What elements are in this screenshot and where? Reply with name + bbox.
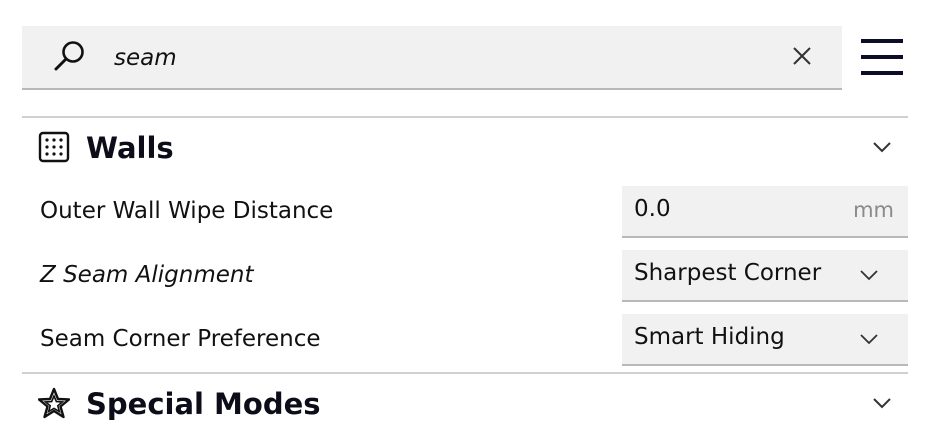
outer-wall-wipe-distance-field[interactable]: 0.0 mm [622, 186, 908, 238]
category-title: Walls [86, 131, 174, 165]
category-special-modes[interactable]: Special Modes [22, 375, 908, 431]
seam-corner-preference-dropdown[interactable]: Smart Hiding [622, 314, 908, 366]
category-walls[interactable]: Walls [22, 119, 908, 175]
search-input[interactable]: seam [114, 45, 177, 71]
menu-icon[interactable] [861, 38, 903, 76]
dropdown-value: Sharpest Corner [634, 260, 822, 286]
clear-search-icon[interactable] [792, 46, 812, 66]
walls-grid-icon [38, 131, 70, 163]
field-unit: mm [853, 198, 894, 222]
section-divider [22, 372, 908, 374]
section-divider [22, 116, 908, 118]
category-title: Special Modes [86, 387, 321, 421]
chevron-down-icon [860, 334, 878, 345]
chevron-down-icon[interactable] [872, 141, 892, 153]
chevron-down-icon [860, 270, 878, 281]
search-icon [54, 41, 84, 71]
setting-label-outer-wall-wipe-distance: Outer Wall Wipe Distance [40, 198, 334, 224]
z-seam-alignment-dropdown[interactable]: Sharpest Corner [622, 250, 908, 302]
setting-label-seam-corner-preference: Seam Corner Preference [40, 326, 321, 352]
field-value[interactable]: 0.0 [634, 196, 671, 222]
setting-label-z-seam-alignment: Z Seam Alignment [40, 262, 254, 288]
chevron-down-icon[interactable] [872, 397, 892, 409]
dropdown-value: Smart Hiding [634, 324, 785, 350]
star-icon [38, 387, 70, 419]
search-box[interactable]: seam [22, 26, 842, 90]
